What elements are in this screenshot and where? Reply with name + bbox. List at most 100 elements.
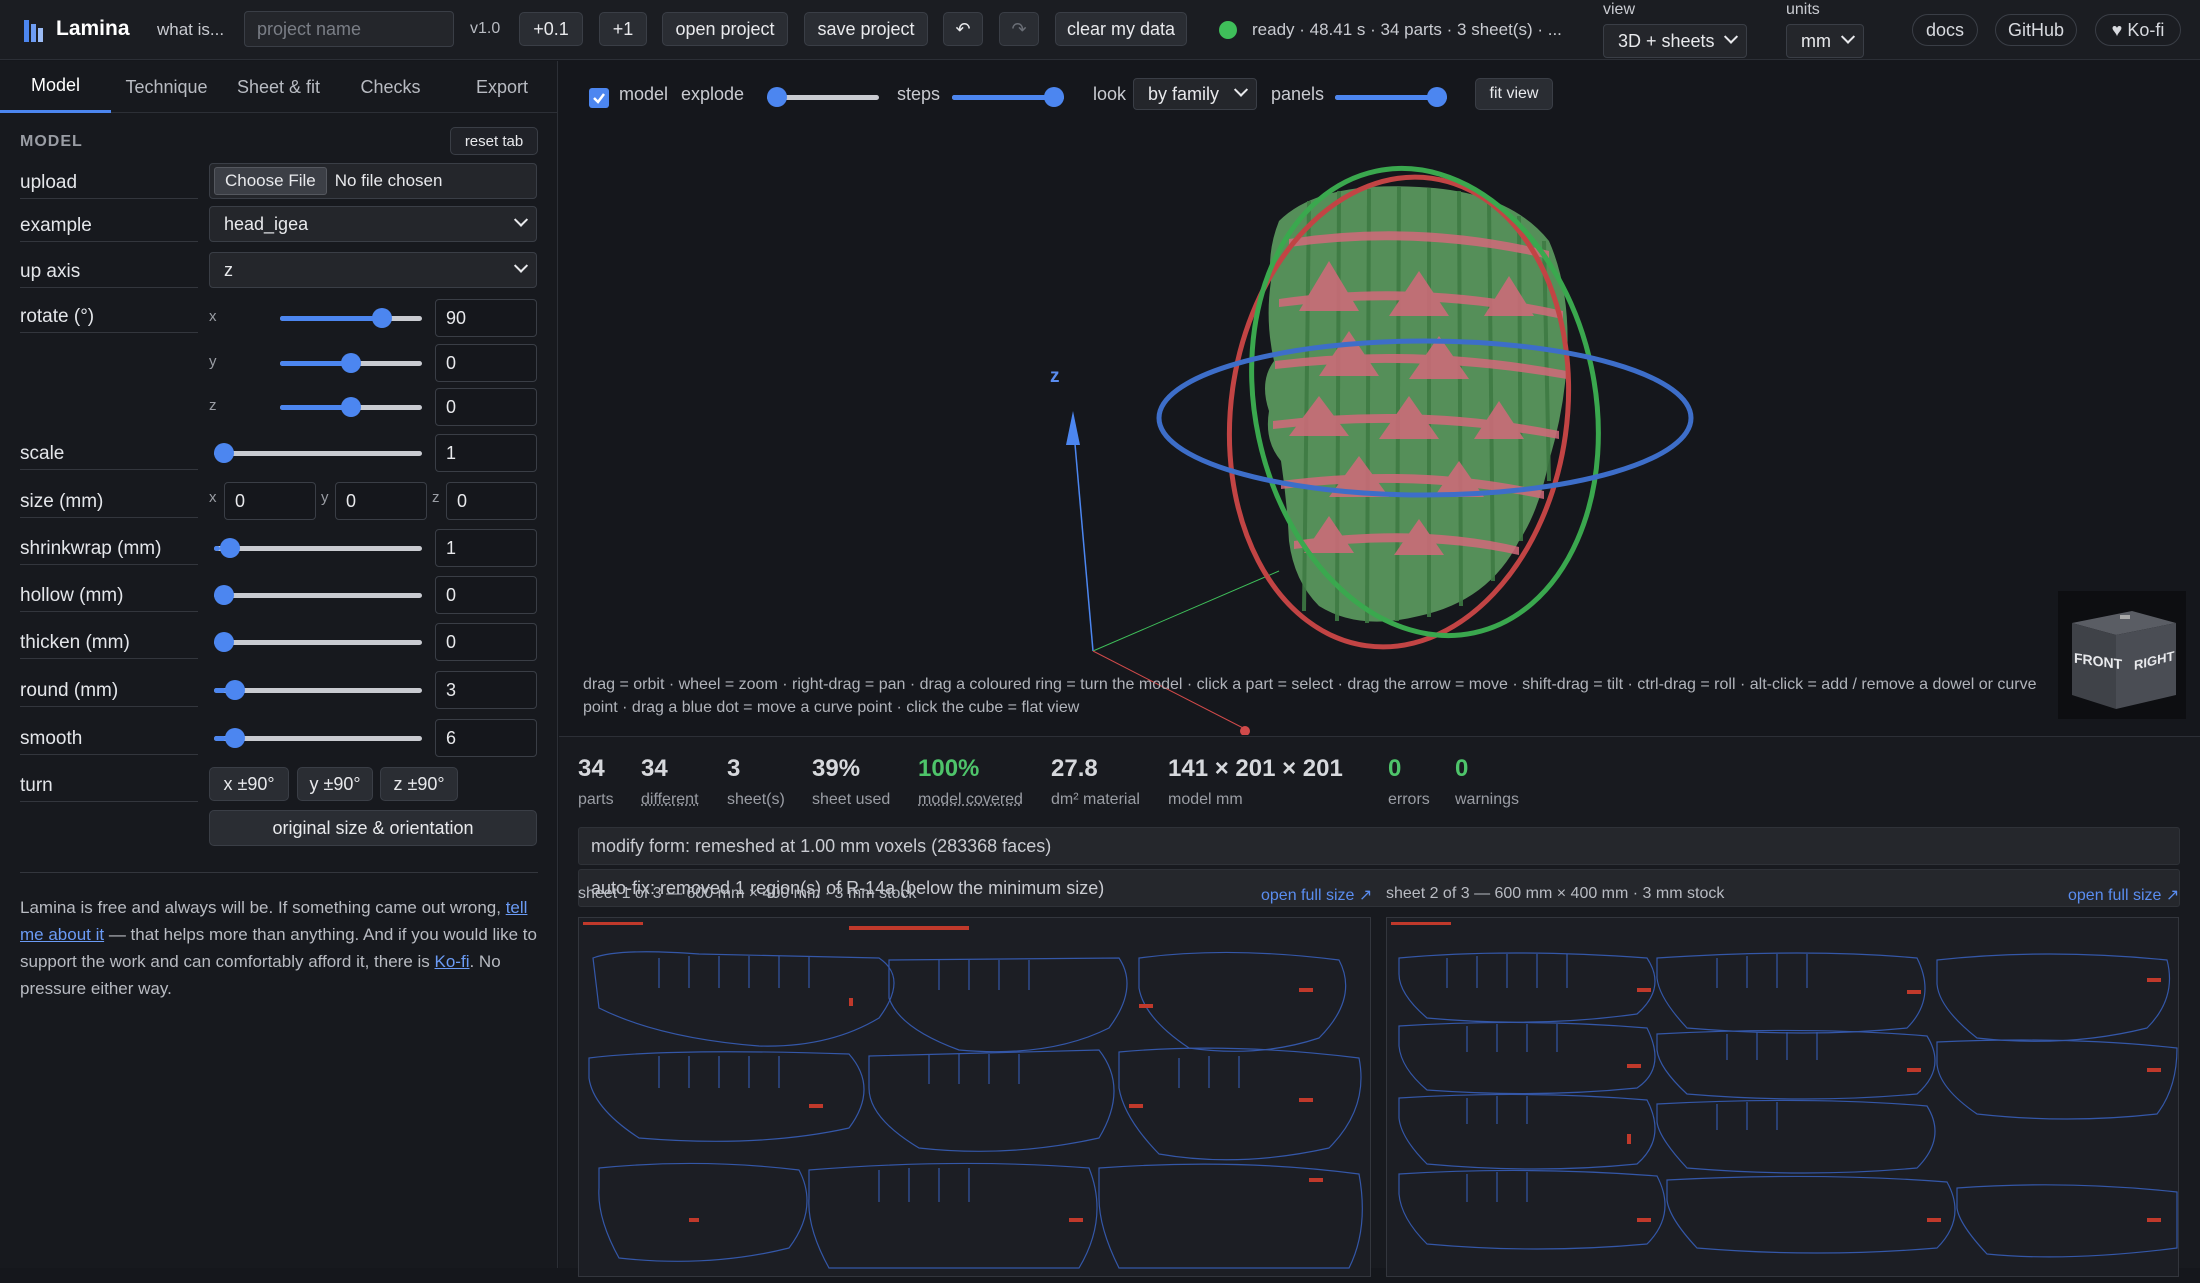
scale-slider[interactable] xyxy=(214,442,422,464)
rotate-x-axis-label: x xyxy=(209,308,217,325)
stat-value: 34 xyxy=(578,755,605,782)
3d-viewport[interactable]: model explode steps look by family panel… xyxy=(559,61,2200,735)
stat-label[interactable]: different xyxy=(641,791,699,809)
example-select[interactable]: head_igea xyxy=(209,206,537,242)
slider-knob[interactable] xyxy=(341,397,361,417)
slider-knob[interactable] xyxy=(219,538,240,558)
kofi-footer-link[interactable]: Ko-fi xyxy=(435,952,470,971)
turn-y-button[interactable]: y ±90° xyxy=(297,767,373,801)
sheet-2-preview[interactable] xyxy=(1386,917,2179,1277)
bump-minor-button[interactable]: +0.1 xyxy=(519,12,583,46)
up-axis-select[interactable]: z xyxy=(209,252,537,288)
rotate-z-slider[interactable] xyxy=(280,396,422,418)
github-link[interactable]: GitHub xyxy=(1995,14,2077,46)
thicken-slider[interactable] xyxy=(214,631,422,653)
open-project-button[interactable]: open project xyxy=(662,12,788,46)
units-select[interactable]: mm xyxy=(1786,24,1864,58)
app-name: Lamina xyxy=(56,17,130,40)
chevron-down-icon xyxy=(513,258,529,273)
smooth-input[interactable]: 6 xyxy=(435,719,537,757)
redo-button[interactable]: ↷ xyxy=(999,12,1039,46)
tab-technique[interactable]: Technique xyxy=(111,61,222,113)
sheet-2-open-link[interactable]: open full size ↗ xyxy=(2068,885,2179,905)
up-axis-value: z xyxy=(224,259,233,280)
smooth-slider[interactable] xyxy=(214,727,422,749)
hollow-slider[interactable] xyxy=(214,584,422,606)
bump-major-button[interactable]: +1 xyxy=(599,12,647,46)
sheet-1-preview[interactable] xyxy=(578,917,1371,1277)
docs-link[interactable]: docs xyxy=(1912,14,1978,46)
size-z-axis-label: z xyxy=(432,489,440,506)
slider-knob[interactable] xyxy=(214,443,234,463)
model-scene[interactable] xyxy=(559,61,2200,735)
view-select[interactable]: 3D + sheets xyxy=(1603,24,1747,58)
upload-field[interactable]: Choose File No file chosen xyxy=(209,163,537,199)
shrinkwrap-label: shrinkwrap (mm) xyxy=(20,538,198,565)
tab-model[interactable]: Model xyxy=(0,61,111,113)
slider-knob[interactable] xyxy=(225,728,246,748)
turn-x-button[interactable]: x ±90° xyxy=(209,767,289,801)
slider-knob[interactable] xyxy=(214,585,234,605)
z-axis-label: z xyxy=(1050,366,1060,387)
footer-text: Lamina is free and always will be. If so… xyxy=(20,898,506,917)
rotate-y-axis-label: y xyxy=(209,353,217,370)
scale-label: scale xyxy=(20,443,198,470)
sidebar-tabs: Model Technique Sheet & fit Checks Expor… xyxy=(0,61,557,113)
round-slider[interactable] xyxy=(214,679,422,701)
stat-value: 100% xyxy=(918,755,980,782)
sheet-2-layout xyxy=(1391,922,2178,1258)
size-label: size (mm) xyxy=(20,491,198,518)
shrinkwrap-input[interactable]: 1 xyxy=(435,529,537,567)
sidebar: Model Technique Sheet & fit Checks Expor… xyxy=(0,61,558,1268)
size-x-input[interactable]: 0 xyxy=(224,482,316,520)
reset-tab-button[interactable]: reset tab xyxy=(450,127,538,155)
slider-knob[interactable] xyxy=(214,632,234,652)
sheet-1-caption: sheet 1 of 3 — 600 mm × 400 mm · 3 mm st… xyxy=(578,885,917,902)
z-axis-line xyxy=(1072,420,1094,652)
undo-button[interactable]: ↶ xyxy=(943,12,983,46)
stat-label: dm² material xyxy=(1051,791,1140,808)
tab-export[interactable]: Export xyxy=(446,61,558,113)
rotate-z-input[interactable]: 0 xyxy=(435,388,537,426)
slider-knob[interactable] xyxy=(341,353,361,373)
sheet-1-open-link[interactable]: open full size ↗ xyxy=(1261,885,1372,905)
slider-knob[interactable] xyxy=(371,308,392,328)
stat-value: 3 xyxy=(727,755,741,782)
size-y-input[interactable]: 0 xyxy=(335,482,427,520)
what-is-link[interactable]: what is... xyxy=(157,20,224,40)
turn-z-button[interactable]: z ±90° xyxy=(380,767,458,801)
rotate-y-input[interactable]: 0 xyxy=(435,344,537,382)
slider-track xyxy=(214,688,422,693)
shrinkwrap-slider[interactable] xyxy=(214,537,422,559)
clear-data-button[interactable]: clear my data xyxy=(1055,12,1187,46)
stat-different: 34 different xyxy=(641,755,699,809)
view-cube[interactable]: FRONT RIGHT xyxy=(2058,591,2186,719)
hollow-input[interactable]: 0 xyxy=(435,576,537,614)
stat-label[interactable]: model covered xyxy=(918,791,1023,809)
rotate-y-slider[interactable] xyxy=(280,352,422,374)
stat-warnings: 0 warnings xyxy=(1455,755,1519,809)
slider-knob[interactable] xyxy=(225,680,246,700)
size-z-input[interactable]: 0 xyxy=(446,482,537,520)
tab-checks[interactable]: Checks xyxy=(335,61,446,113)
tab-sheet-fit[interactable]: Sheet & fit xyxy=(222,61,335,113)
stat-label: model mm xyxy=(1168,791,1243,808)
sheet-2-caption: sheet 2 of 3 — 600 mm × 400 mm · 3 mm st… xyxy=(1386,885,1725,902)
project-name-input[interactable]: project name xyxy=(244,11,454,47)
scale-input[interactable]: 1 xyxy=(435,434,537,472)
slider-track xyxy=(214,640,422,645)
thicken-input[interactable]: 0 xyxy=(435,623,537,661)
z-axis-arrow-icon[interactable] xyxy=(1066,411,1080,445)
original-orientation-button[interactable]: original size & orientation xyxy=(209,810,537,846)
slider-track xyxy=(214,451,422,456)
choose-file-button[interactable]: Choose File xyxy=(214,167,327,195)
log-message: modify form: remeshed at 1.00 mm voxels … xyxy=(578,827,2180,865)
lamina-logo-icon xyxy=(24,20,43,42)
stat-sheets: 3 sheet(s) xyxy=(727,755,785,809)
kofi-link[interactable]: ♥ Ko-fi xyxy=(2095,14,2181,46)
round-input[interactable]: 3 xyxy=(435,671,537,709)
rotate-x-slider[interactable] xyxy=(280,307,422,329)
rotate-x-input[interactable]: 90 xyxy=(435,299,537,337)
save-project-button[interactable]: save project xyxy=(804,12,928,46)
slider-fill xyxy=(280,316,387,321)
